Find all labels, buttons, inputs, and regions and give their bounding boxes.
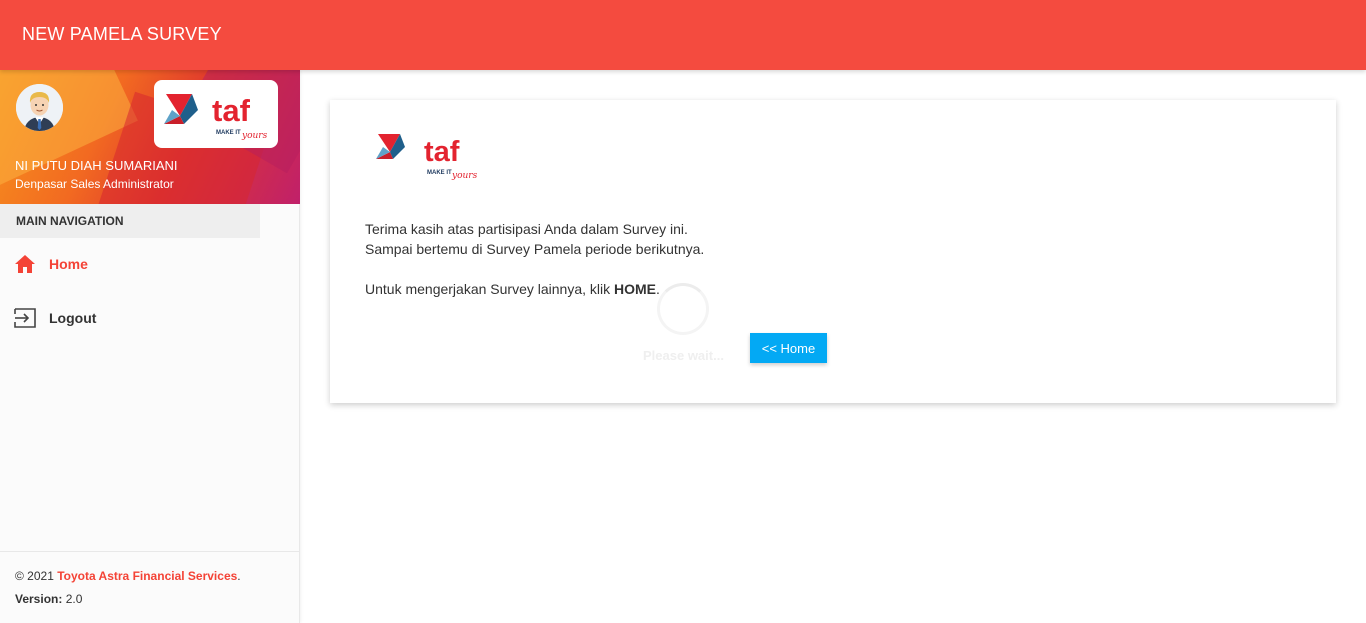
sidebar-item-label: Home: [49, 256, 88, 272]
logout-icon: [14, 308, 36, 328]
copyright: © 2021 Toyota Astra Financial Services.: [15, 569, 241, 583]
home-button[interactable]: << Home: [750, 333, 827, 363]
taf-logo-card: taf MAKE IT yours: [154, 80, 278, 148]
user-role: Denpasar Sales Administrator: [15, 177, 174, 191]
instruction-text: Untuk mengerjakan Survey lainnya, klik H…: [365, 281, 660, 297]
main-navigation-header: MAIN NAVIGATION: [0, 204, 260, 238]
loading-spinner: [657, 283, 709, 335]
top-app-bar: NEW PAMELA SURVEY: [0, 0, 1366, 70]
avatar: [16, 84, 63, 131]
sidebar-item-label: Logout: [49, 310, 97, 326]
svg-text:MAKE IT: MAKE IT: [427, 170, 452, 176]
svg-text:yours: yours: [241, 131, 268, 141]
svg-text:yours: yours: [451, 171, 478, 181]
sidebar-footer: © 2021 Toyota Astra Financial Services. …: [0, 551, 300, 623]
svg-text:taf: taf: [424, 136, 460, 168]
company-link[interactable]: Toyota Astra Financial Services: [57, 569, 237, 583]
thank-you-text: Terima kasih atas partisipasi Anda dalam…: [365, 221, 688, 237]
home-icon: [14, 254, 36, 274]
user-info-panel: taf MAKE IT yours NI PUTU DIAH SUMARIANI…: [0, 70, 300, 204]
sidebar-item-home[interactable]: Home: [0, 244, 300, 284]
see-you-text: Sampai bertemu di Survey Pamela periode …: [365, 241, 705, 257]
app-title[interactable]: NEW PAMELA SURVEY: [22, 24, 222, 45]
loading-text: Please wait...: [643, 348, 724, 363]
sidebar: taf MAKE IT yours NI PUTU DIAH SUMARIANI…: [0, 70, 300, 623]
taf-logo: taf MAKE IT yours: [374, 128, 484, 184]
sidebar-item-logout[interactable]: Logout: [0, 298, 300, 338]
user-name: NI PUTU DIAH SUMARIANI: [15, 158, 178, 173]
version-info: Version: 2.0: [15, 592, 83, 606]
logo-text: taf: [212, 93, 251, 128]
svg-text:MAKE IT: MAKE IT: [216, 130, 241, 136]
survey-complete-card: taf MAKE IT yours Terima kasih atas part…: [330, 100, 1336, 403]
